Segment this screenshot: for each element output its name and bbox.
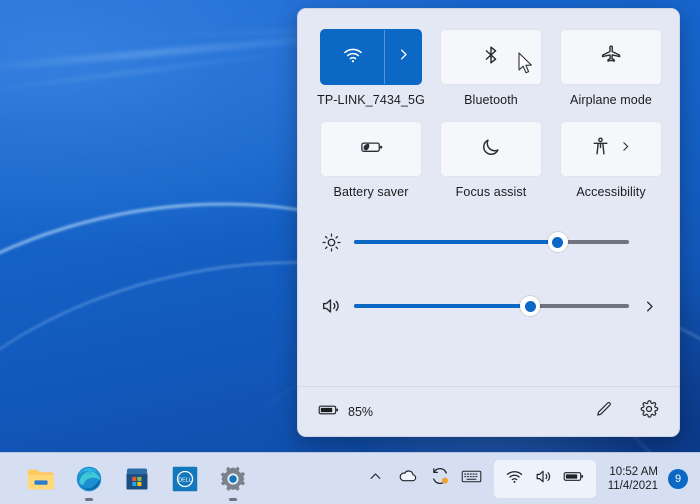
onedrive-cloud-icon bbox=[398, 468, 418, 489]
volume-speaker-icon[interactable] bbox=[320, 295, 342, 317]
svg-text:DELL: DELL bbox=[178, 477, 192, 483]
quick-settings-footer: 85% bbox=[298, 386, 679, 436]
pencil-icon[interactable] bbox=[594, 400, 613, 424]
tile-accessibility[interactable] bbox=[560, 121, 662, 177]
quick-settings-panel: TP-LINK_7434_5G Bluetooth bbox=[297, 8, 680, 437]
brightness-slider[interactable] bbox=[354, 240, 629, 244]
volume-slider-thumb[interactable] bbox=[520, 296, 540, 316]
battery-status[interactable]: 85% bbox=[318, 403, 373, 420]
footer-actions bbox=[594, 399, 659, 424]
taskbar-clock[interactable]: 10:52 AM 11/4/2021 bbox=[608, 465, 658, 493]
gear-icon[interactable] bbox=[639, 399, 659, 424]
wifi-icon bbox=[505, 467, 524, 491]
microsoft-edge-icon bbox=[75, 465, 103, 493]
taskbar-app-file-explorer[interactable] bbox=[24, 462, 58, 496]
sync-refresh-icon bbox=[430, 466, 450, 491]
volume-slider[interactable] bbox=[354, 304, 629, 308]
tile-cell-focus-assist: Focus assist bbox=[440, 121, 542, 199]
accessibility-person-icon bbox=[590, 136, 611, 162]
tray-onedrive-button[interactable] bbox=[392, 459, 424, 499]
running-indicator bbox=[229, 498, 237, 501]
notification-badge[interactable]: 9 bbox=[668, 469, 688, 489]
clock-date: 11/4/2021 bbox=[608, 479, 658, 493]
quick-settings-sliders bbox=[298, 199, 679, 386]
tile-wifi-expand-button[interactable] bbox=[385, 30, 421, 84]
system-tray: 10:52 AM 11/4/2021 9 bbox=[360, 459, 692, 499]
brightness-sun-icon bbox=[320, 231, 342, 253]
tile-row: TP-LINK_7434_5G Bluetooth bbox=[320, 29, 657, 107]
tile-wifi-toggle[interactable] bbox=[321, 30, 384, 84]
volume-icon bbox=[534, 467, 553, 491]
tray-sync-button[interactable] bbox=[424, 459, 456, 499]
taskbar-app-settings[interactable] bbox=[216, 462, 250, 496]
wifi-icon bbox=[342, 44, 364, 71]
tile-wifi[interactable] bbox=[320, 29, 422, 85]
chevron-up-icon bbox=[368, 469, 383, 489]
tile-label-bluetooth: Bluetooth bbox=[464, 93, 518, 107]
volume-output-chevron-icon[interactable] bbox=[641, 299, 657, 314]
tile-airplane-mode[interactable] bbox=[560, 29, 662, 85]
tile-focus-assist[interactable] bbox=[440, 121, 542, 177]
tile-label-accessibility: Accessibility bbox=[576, 185, 645, 199]
taskbar-app-microsoft-edge[interactable] bbox=[72, 462, 106, 496]
taskbar-app-dell[interactable]: DELL bbox=[168, 462, 202, 496]
dell-icon: DELL bbox=[171, 465, 199, 493]
tile-bluetooth[interactable] bbox=[440, 29, 542, 85]
tile-label-battery-saver: Battery saver bbox=[334, 185, 409, 199]
brightness-slider-row bbox=[320, 225, 657, 259]
tray-keyboard-button[interactable] bbox=[456, 459, 488, 499]
taskbar: DELL bbox=[0, 452, 700, 504]
microsoft-store-icon bbox=[123, 465, 151, 493]
chevron-right-icon bbox=[396, 47, 411, 67]
brightness-slider-fill bbox=[354, 240, 558, 244]
battery-leaf-icon bbox=[358, 137, 384, 162]
tray-overflow-button[interactable] bbox=[360, 459, 392, 499]
brightness-slider-thumb[interactable] bbox=[548, 232, 568, 252]
tile-cell-bluetooth: Bluetooth bbox=[440, 29, 542, 107]
volume-slider-row bbox=[320, 289, 657, 323]
tray-status-button[interactable] bbox=[494, 460, 596, 498]
tile-cell-wifi: TP-LINK_7434_5G bbox=[320, 29, 422, 107]
taskbar-app-microsoft-store[interactable] bbox=[120, 462, 154, 496]
battery-percent-label: 85% bbox=[348, 405, 373, 419]
quick-settings-tiles: TP-LINK_7434_5G Bluetooth bbox=[298, 9, 679, 199]
tile-battery-saver[interactable] bbox=[320, 121, 422, 177]
battery-icon bbox=[563, 470, 585, 488]
battery-icon bbox=[318, 403, 340, 420]
chevron-right-icon[interactable] bbox=[619, 140, 632, 158]
moon-icon bbox=[480, 136, 502, 163]
tile-row: Battery saver Focus assist bbox=[320, 121, 657, 199]
airplane-icon bbox=[600, 43, 623, 71]
tile-label-wifi: TP-LINK_7434_5G bbox=[317, 93, 425, 107]
tile-cell-accessibility: Accessibility bbox=[560, 121, 662, 199]
bluetooth-icon bbox=[480, 44, 502, 71]
volume-slider-fill bbox=[354, 304, 530, 308]
running-indicator bbox=[85, 498, 93, 501]
keyboard-icon bbox=[461, 469, 482, 489]
tile-cell-battery-saver: Battery saver bbox=[320, 121, 422, 199]
tile-cell-airplane-mode: Airplane mode bbox=[560, 29, 662, 107]
tile-label-airplane-mode: Airplane mode bbox=[570, 93, 652, 107]
tile-label-focus-assist: Focus assist bbox=[456, 185, 527, 199]
clock-time: 10:52 AM bbox=[608, 465, 658, 479]
file-explorer-icon bbox=[26, 466, 56, 492]
settings-gear-icon bbox=[219, 465, 247, 493]
screen: TP-LINK_7434_5G Bluetooth bbox=[0, 0, 700, 504]
